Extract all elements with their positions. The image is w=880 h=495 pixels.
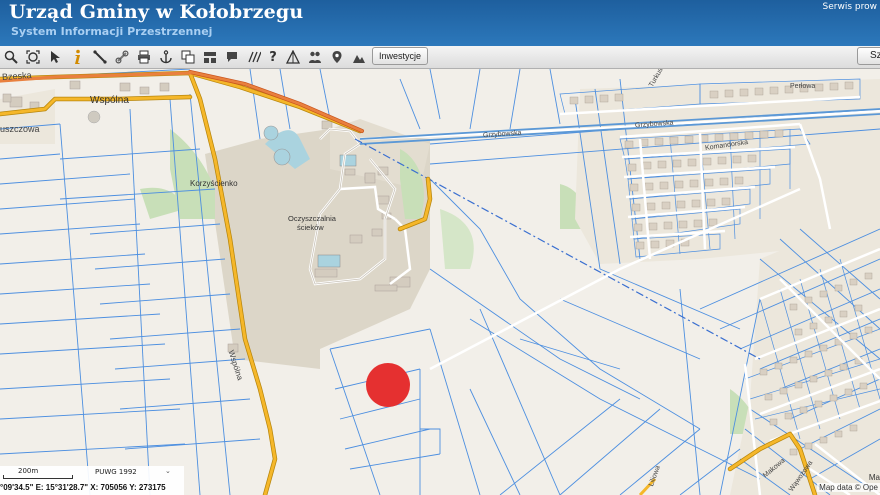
map-layer bbox=[0, 69, 880, 495]
help-icon[interactable]: ? bbox=[264, 48, 282, 66]
label-street-top-left: Bzeska bbox=[1, 69, 32, 83]
app-subtitle: System Informacji Przestrzennej bbox=[11, 25, 213, 38]
service-provider-link[interactable]: Serwis prow bbox=[823, 2, 877, 12]
map-canvas[interactable]: Korzyścienko Oczyszczalnia ścieków Wspól… bbox=[0, 69, 880, 495]
triangle-icon[interactable] bbox=[284, 48, 302, 66]
marker-icon[interactable] bbox=[328, 48, 346, 66]
label-village: Korzyścienko bbox=[190, 179, 238, 188]
copy-icon[interactable] bbox=[179, 48, 197, 66]
label-facility-line1: Oczyszczalnia bbox=[288, 214, 336, 223]
hatch-icon[interactable] bbox=[245, 48, 263, 66]
label-facility-line2: ścieków bbox=[297, 223, 324, 232]
label-street-perlowa: Perłowa bbox=[790, 83, 816, 90]
coordinate-readout: °09'34.5" E: 15°31'28.7" X: 705056 Y: 27… bbox=[0, 483, 166, 492]
measure-icon[interactable] bbox=[91, 48, 109, 66]
print-icon[interactable] bbox=[135, 48, 153, 66]
map-attribution-short: Ma bbox=[868, 473, 880, 482]
chevron-down-icon[interactable]: ⌄ bbox=[165, 467, 171, 475]
scale-label: 200m bbox=[18, 467, 39, 475]
crs-selector[interactable]: PUWG 1992 bbox=[95, 468, 137, 476]
anchor-icon[interactable] bbox=[157, 48, 175, 66]
select-arrow-icon[interactable] bbox=[46, 48, 64, 66]
map-toolbar: ? Inwestycje Sz bbox=[0, 46, 880, 69]
label-street-wspolna-top: Wspólna bbox=[90, 95, 129, 106]
mountain-icon[interactable] bbox=[350, 48, 368, 66]
scale-panel: 200m PUWG 1992 ⌄ °09'34.5" E: 15°31'28.7… bbox=[0, 466, 184, 495]
link-icon[interactable] bbox=[113, 48, 131, 66]
map-attribution[interactable]: Map data © Ope bbox=[817, 483, 880, 492]
location-marker bbox=[366, 363, 410, 407]
info-icon[interactable] bbox=[68, 48, 86, 66]
people-icon[interactable] bbox=[306, 48, 324, 66]
search-button[interactable]: Sz bbox=[857, 47, 880, 65]
app-header: Urząd Gminy w Kołobrzegu System Informac… bbox=[0, 0, 880, 46]
layout-icon[interactable] bbox=[201, 48, 219, 66]
app-title: Urząd Gminy w Kołobrzegu bbox=[9, 1, 304, 23]
scale-bar bbox=[3, 475, 73, 479]
speech-bubble-icon[interactable] bbox=[223, 48, 241, 66]
label-street-left: uszczowa bbox=[0, 124, 40, 134]
investments-button[interactable]: Inwestycje bbox=[372, 47, 429, 65]
zoom-icon[interactable] bbox=[2, 48, 20, 66]
zoom-extent-icon[interactable] bbox=[24, 48, 42, 66]
